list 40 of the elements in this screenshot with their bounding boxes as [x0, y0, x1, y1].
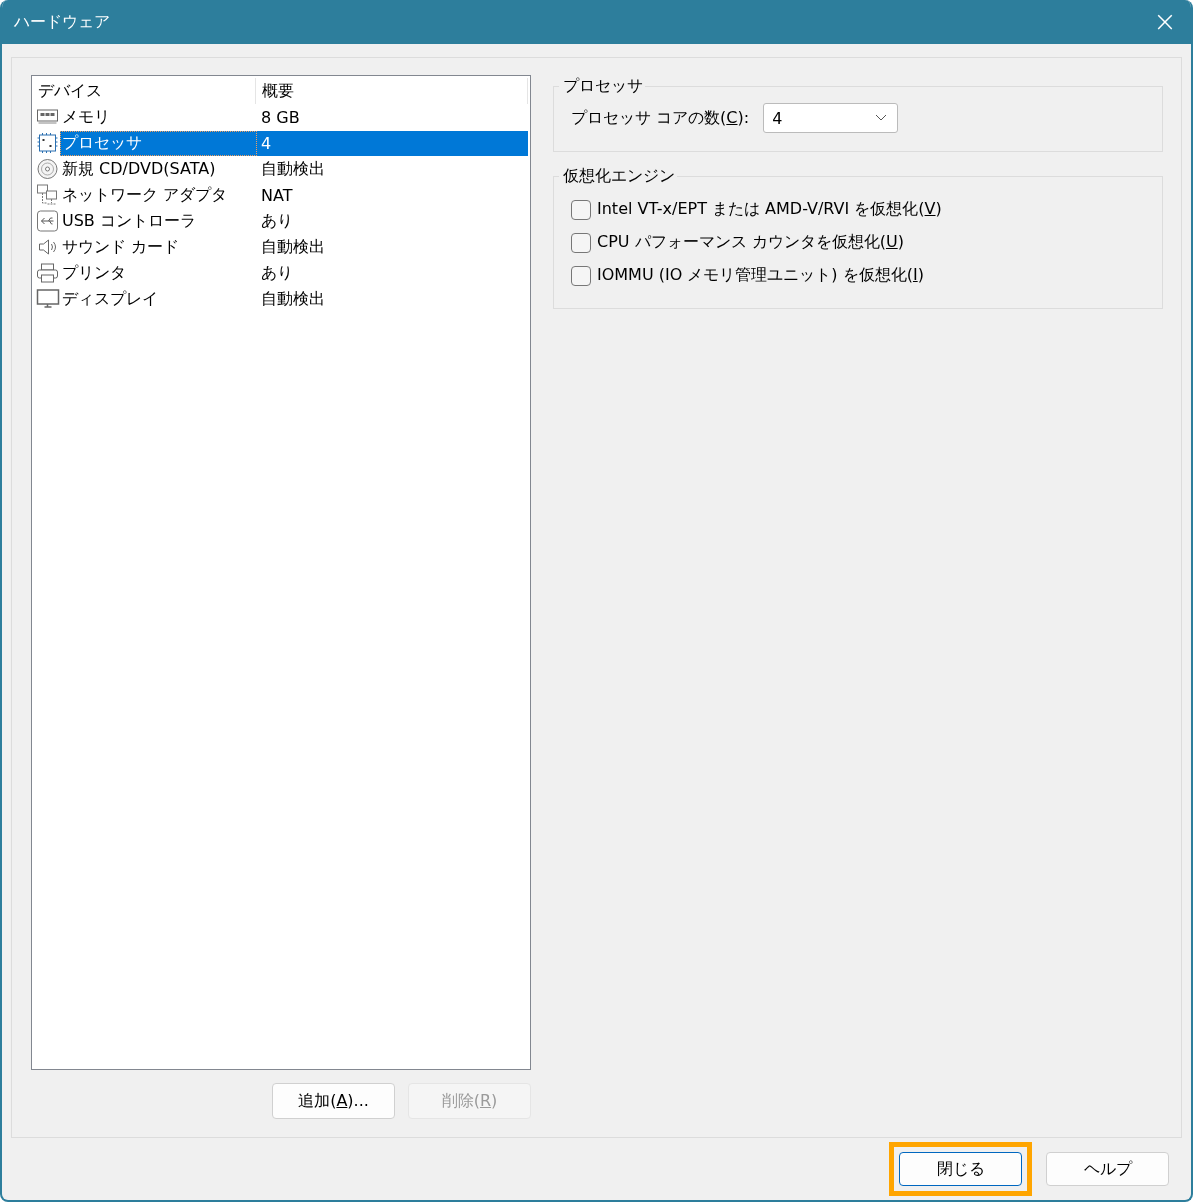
disc-icon	[36, 158, 60, 180]
checkbox[interactable]	[571, 265, 591, 286]
printer-icon	[36, 262, 60, 284]
network-icon	[36, 184, 60, 206]
device-name[interactable]: メモリ	[60, 104, 257, 130]
field-label: プロセッサ コアの数(C):	[571, 107, 750, 129]
help-button[interactable]: ヘルプ	[1046, 1152, 1169, 1186]
device-name[interactable]: ネットワーク アダプタ	[60, 182, 257, 208]
device-name[interactable]: サウンド カード	[60, 234, 257, 260]
device-name[interactable]: 新規 CD/DVD(SATA)	[60, 156, 257, 182]
group-title: プロセッサ	[562, 76, 644, 97]
usb-icon	[36, 210, 60, 232]
chip-icon	[36, 132, 60, 154]
device-summary[interactable]: NAT	[257, 182, 528, 208]
window-title: ハードウェア	[14, 11, 110, 33]
device-name[interactable]: USB コントローラ	[60, 208, 257, 234]
checkbox-label: Intel VT-x/EPT または AMD-V/RVI を仮想化(V)	[597, 199, 942, 220]
checkbox-label: IOMMU (IO メモリ管理ユニット) を仮想化(I)	[597, 265, 924, 286]
device-summary[interactable]: 4	[257, 130, 528, 156]
checkbox[interactable]	[571, 232, 591, 253]
device-summary[interactable]: あり	[257, 208, 528, 234]
checkbox-label: CPU パフォーマンス カウンタを仮想化(U)	[597, 232, 904, 253]
device-summary[interactable]: あり	[257, 260, 528, 286]
device-summary[interactable]: 自動検出	[257, 156, 528, 182]
monitor-icon	[36, 288, 60, 310]
device-name[interactable]: プリンタ	[60, 260, 257, 286]
device-summary[interactable]: 自動検出	[257, 286, 528, 312]
close-button[interactable]: 閉じる	[899, 1152, 1022, 1186]
column-header[interactable]: デバイス	[32, 78, 256, 104]
group-title: 仮想化エンジン	[562, 166, 676, 187]
device-name[interactable]: プロセッサ	[60, 130, 257, 156]
close-button[interactable]: ×	[1145, 2, 1185, 42]
device-name[interactable]: ディスプレイ	[60, 286, 257, 312]
chevron-down-icon	[875, 114, 888, 122]
device-summary[interactable]: 自動検出	[257, 234, 528, 260]
cores-dropdown[interactable]: 4	[763, 103, 899, 133]
device-summary[interactable]: 8 GB	[257, 104, 528, 130]
checkbox[interactable]	[571, 199, 591, 220]
column-header[interactable]: 概要	[256, 78, 528, 104]
add-button[interactable]: 追加(A)...	[272, 1083, 395, 1119]
